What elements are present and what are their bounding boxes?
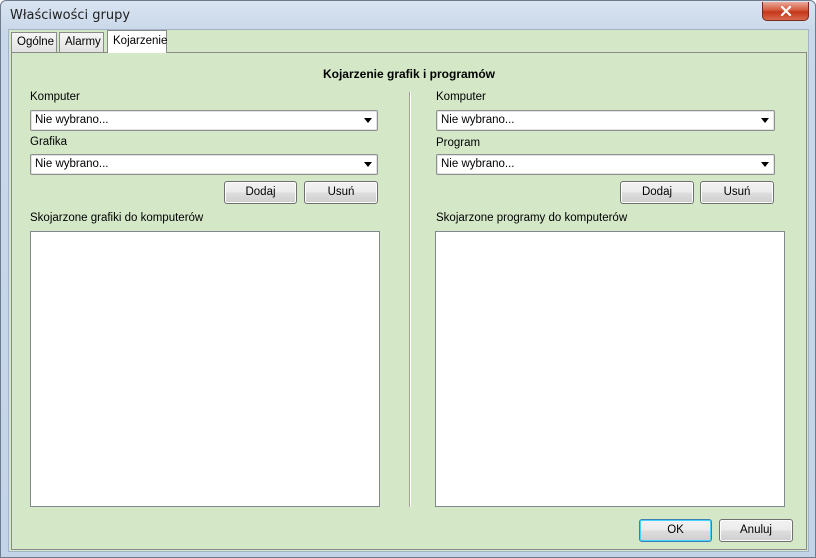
cancel-button[interactable]: Anuluj [719, 519, 793, 542]
chevron-down-icon [364, 162, 372, 167]
right-remove-button[interactable]: Usuń [700, 181, 774, 204]
right-computer-select[interactable]: Nie wybrano... [436, 110, 775, 131]
left-computer-label: Komputer [30, 91, 80, 103]
right-computer-label: Komputer [436, 91, 486, 103]
program-select[interactable]: Nie wybrano... [436, 154, 775, 175]
section-heading: Kojarzenie grafik i programów [322, 67, 496, 81]
right-computer-value: Nie wybrano... [441, 114, 515, 126]
column-divider [409, 92, 411, 507]
window-title: Właściwości grupy [10, 8, 131, 23]
left-add-button[interactable]: Dodaj [224, 181, 297, 204]
title-bar[interactable]: Właściwości grupy [1, 1, 815, 29]
left-remove-button[interactable]: Usuń [304, 181, 378, 204]
associated-graphics-list[interactable] [30, 231, 380, 507]
left-computer-select[interactable]: Nie wybrano... [30, 110, 378, 131]
right-add-button[interactable]: Dodaj [620, 181, 694, 204]
dialog-window: Właściwości grupy Ogólne Alarmy Kojarzen… [0, 0, 816, 558]
close-button[interactable] [762, 2, 809, 21]
dialog-client-area: Ogólne Alarmy Kojarzenie Kojarzenie graf… [8, 29, 809, 552]
left-computer-value: Nie wybrano... [35, 114, 109, 126]
right-list-label: Skojarzone programy do komputerów [436, 212, 628, 224]
associated-programs-list[interactable] [435, 231, 785, 507]
tab-alarmy[interactable]: Alarmy [59, 32, 104, 52]
tab-ogolne[interactable]: Ogólne [11, 32, 57, 52]
chevron-down-icon [761, 162, 769, 167]
graphic-label: Grafika [30, 136, 68, 148]
ok-button[interactable]: OK [639, 519, 712, 542]
graphic-select[interactable]: Nie wybrano... [30, 154, 378, 175]
close-icon [780, 6, 791, 16]
program-label: Program [436, 137, 481, 149]
program-value: Nie wybrano... [441, 158, 515, 170]
graphic-value: Nie wybrano... [35, 158, 109, 170]
chevron-down-icon [761, 118, 769, 123]
left-list-label: Skojarzone grafiki do komputerów [30, 212, 204, 224]
chevron-down-icon [364, 118, 372, 123]
tab-kojarzenie[interactable]: Kojarzenie [107, 30, 167, 53]
